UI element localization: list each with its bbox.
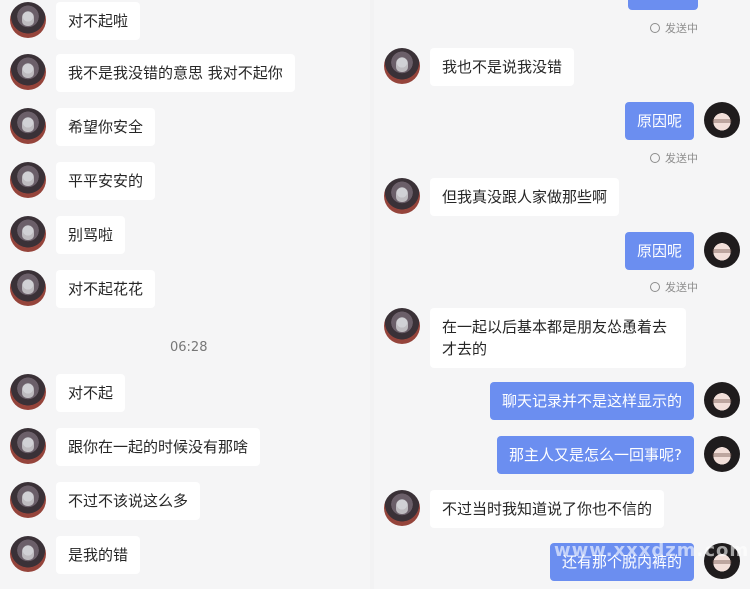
message-bubble[interactable]: 原因呢 [624,232,694,270]
message-incoming[interactable]: 对不起啦 [10,2,141,40]
contact-avatar[interactable] [10,108,46,144]
contact-avatar[interactable] [384,308,420,344]
message-bubble[interactable]: 聊天记录并不是这样显示的 [489,382,694,420]
contact-avatar[interactable] [10,428,46,464]
user-avatar[interactable] [704,436,740,472]
message-bubble[interactable]: 在一起以后基本都是朋友怂恿着去 才去的 [430,308,686,368]
message-bubble[interactable]: 不过当时我知道说了你也不信的 [430,490,665,528]
message-outgoing[interactable]: 聊天记录并不是这样显示的 [489,382,740,420]
pending-icon [650,282,660,292]
message-bubble[interactable]: 对不起啦 [56,2,141,40]
message-bubble[interactable]: 不过不该说这么多 [56,482,201,520]
sending-status: 发送中 [650,20,698,36]
message-incoming[interactable]: 我也不是说我没错 [384,48,575,86]
message-bubble[interactable]: 希望你安全 [56,108,156,146]
user-avatar[interactable] [704,102,740,138]
contact-avatar[interactable] [384,48,420,84]
sending-status: 发送中 [650,150,698,166]
message-incoming[interactable]: 对不起 [10,374,126,412]
message-bubble[interactable]: 跟你在一起的时候没有那啥 [56,428,261,466]
user-avatar[interactable] [704,232,740,268]
user-avatar[interactable] [704,382,740,418]
sending-status-label: 发送中 [665,152,698,165]
contact-avatar[interactable] [10,216,46,252]
message-bubble[interactable]: 别骂啦 [56,216,126,254]
message-incoming[interactable]: 我不是我没错的意思 我对不起你 [10,54,295,92]
contact-avatar[interactable] [10,536,46,572]
contact-avatar[interactable] [384,490,420,526]
message-incoming[interactable]: 别骂啦 [10,216,126,254]
contact-avatar[interactable] [10,374,46,410]
message-bubble[interactable]: 但我真没跟人家做那些啊 [430,178,620,216]
contact-avatar[interactable] [10,2,46,38]
message-bubble[interactable]: 平平安安的 [56,162,156,200]
contact-avatar[interactable] [10,482,46,518]
message-bubble[interactable]: 是我的错 [56,536,141,574]
message-incoming[interactable]: 跟你在一起的时候没有那啥 [10,428,261,466]
chat-pane-left: 对不起啦 我不是我没错的意思 我对不起你 希望你安全 平平安安的 别骂啦 对不起… [0,0,370,589]
message-incoming[interactable]: 是我的错 [10,536,141,574]
message-incoming[interactable]: 在一起以后基本都是朋友怂恿着去 才去的 [384,308,686,368]
message-bubble[interactable]: 那主人又是怎么一回事呢? [497,436,694,474]
message-bubble[interactable]: 我不是我没错的意思 我对不起你 [56,54,295,92]
message-outgoing[interactable]: 原因呢 [624,232,740,270]
chat-pane-right: 发送中 我也不是说我没错 原因呢 发送中 但我真没跟人家做那些啊 原因呢 发送中… [374,0,750,589]
message-bubble-partial[interactable] [628,0,698,10]
message-outgoing[interactable]: 那主人又是怎么一回事呢? [497,436,740,474]
contact-avatar[interactable] [10,54,46,90]
sending-status: 发送中 [650,279,698,295]
watermark: www.xxxdzm.com [554,540,750,561]
message-bubble[interactable]: 我也不是说我没错 [430,48,575,86]
message-incoming[interactable]: 但我真没跟人家做那些啊 [384,178,620,216]
message-timestamp: 06:28 [170,340,208,355]
message-bubble[interactable]: 原因呢 [624,102,694,140]
message-incoming[interactable]: 不过不该说这么多 [10,482,201,520]
message-incoming[interactable]: 不过当时我知道说了你也不信的 [384,490,665,528]
message-bubble[interactable]: 对不起花花 [56,270,156,308]
contact-avatar[interactable] [10,162,46,198]
message-outgoing[interactable]: 原因呢 [624,102,740,140]
contact-avatar[interactable] [384,178,420,214]
pending-icon [650,23,660,33]
contact-avatar[interactable] [10,270,46,306]
message-incoming[interactable]: 对不起花花 [10,270,156,308]
message-incoming[interactable]: 平平安安的 [10,162,156,200]
sending-status-label: 发送中 [665,281,698,294]
sending-status-label: 发送中 [665,22,698,35]
message-incoming[interactable]: 希望你安全 [10,108,156,146]
message-bubble[interactable]: 对不起 [56,374,126,412]
pending-icon [650,153,660,163]
